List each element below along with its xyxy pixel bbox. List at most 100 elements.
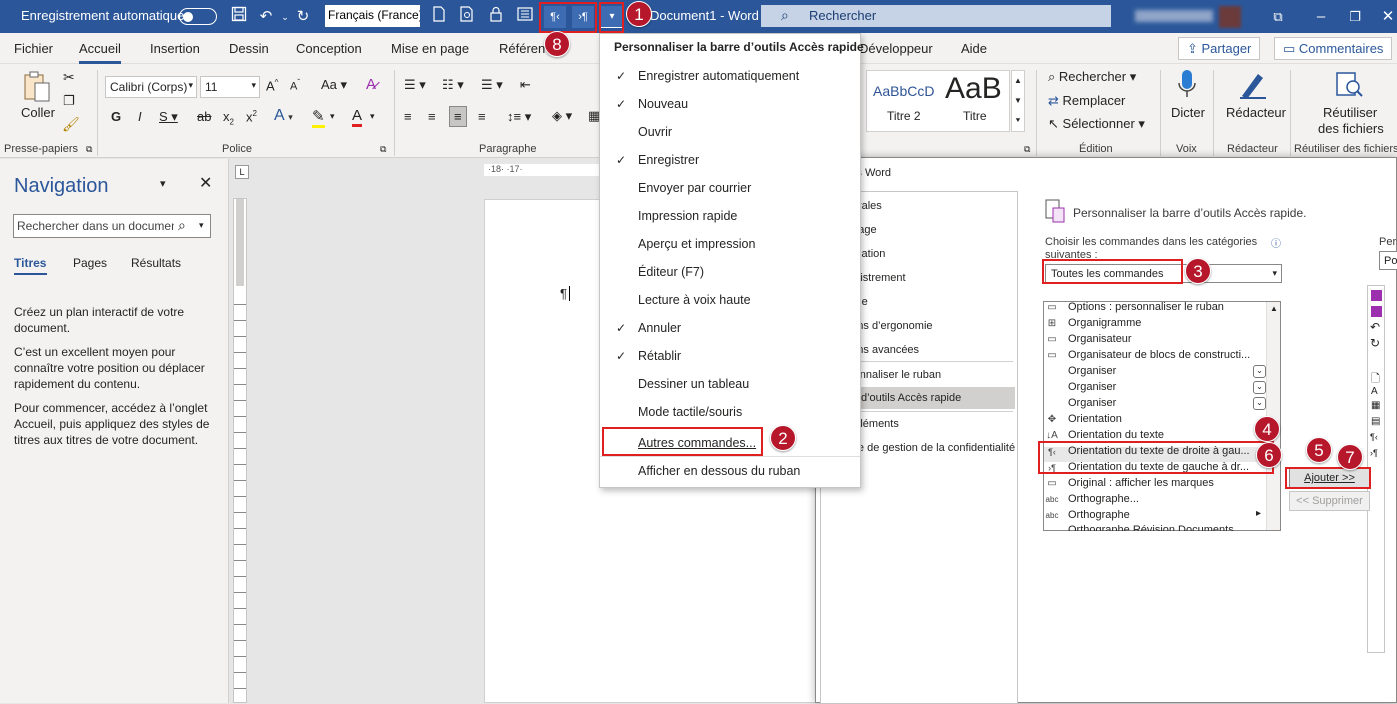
menu-item-editeur[interactable]: Éditeur (F7) <box>638 265 704 279</box>
new-document-icon[interactable] <box>428 6 450 28</box>
styles-gallery[interactable]: AaBbCcD Titre 2 AaB Titre <box>866 70 1010 132</box>
underline-icon[interactable]: S ▾ <box>159 109 178 125</box>
share-button[interactable]: ⇪ Partager <box>1178 37 1261 60</box>
editor-icon[interactable] <box>1238 70 1268 100</box>
menu-item-afficher-dessous[interactable]: Afficher en dessous du ruban <box>638 464 800 478</box>
command-item[interactable]: Organisateur <box>1068 333 1132 345</box>
chevron-down-icon[interactable]: ▾ <box>370 111 375 122</box>
tab-references[interactable]: Référen <box>499 41 545 56</box>
command-item[interactable]: Orientation <box>1068 413 1122 425</box>
command-item[interactable]: Orthographe Révision Documents... <box>1068 524 1243 531</box>
italic-icon[interactable]: I <box>138 109 142 124</box>
clipboard-launcher-icon[interactable]: ⧉ <box>86 144 92 155</box>
justify-icon[interactable]: ≡ <box>478 109 486 124</box>
font-launcher-icon[interactable]: ⧉ <box>380 144 386 155</box>
remove-button[interactable]: << Supprimer <box>1289 491 1370 511</box>
tab-developpeur[interactable]: Développeur <box>859 41 933 56</box>
pane-options-icon[interactable]: ▾ <box>160 177 166 190</box>
autosave-toggle[interactable] <box>179 8 217 25</box>
chevron-down-icon[interactable]: ▾ <box>199 220 204 231</box>
editor-label[interactable]: Rédacteur <box>1226 105 1286 120</box>
command-item[interactable]: Orientation du texte <box>1068 429 1164 441</box>
tab-accueil[interactable]: Accueil <box>79 41 121 64</box>
menu-item-mode-tactile[interactable]: Mode tactile/souris <box>638 405 742 419</box>
bullets-icon[interactable]: ☰ ▾ <box>404 77 426 93</box>
styles-launcher-icon[interactable]: ⧉ <box>1024 144 1030 155</box>
nav-tab-pages[interactable]: Pages <box>73 256 107 270</box>
shading-icon[interactable]: ◈ ▾ <box>552 108 572 124</box>
tab-conception[interactable]: Conception <box>296 41 362 56</box>
font-size-select[interactable]: 11 ▾ <box>200 76 260 98</box>
tab-aide[interactable]: Aide <box>961 41 987 56</box>
command-item[interactable]: Options : personnaliser le ruban <box>1068 301 1224 313</box>
shrink-font-icon[interactable]: Aˇ <box>290 78 300 93</box>
paste-label[interactable]: Coller <box>21 105 55 120</box>
decrease-indent-icon[interactable]: ⇤ <box>520 77 531 93</box>
restore-icon[interactable]: ❐ <box>1344 6 1366 28</box>
close-pane-icon[interactable]: ✕ <box>199 173 212 193</box>
menu-item-enregistrer[interactable]: Enregistrer <box>638 153 699 167</box>
tab-dessin[interactable]: Dessin <box>229 41 269 56</box>
menu-item-autosave[interactable]: Enregistrer automatiquement <box>638 69 799 83</box>
avatar[interactable] <box>1219 6 1241 28</box>
print-preview-icon[interactable] <box>456 6 478 28</box>
menu-item-ouvrir[interactable]: Ouvrir <box>638 125 672 139</box>
reuse-files-icon[interactable] <box>1334 70 1364 100</box>
navigation-search-input[interactable]: Rechercher dans un document ⌕ ▾ <box>13 214 211 238</box>
minimize-icon[interactable]: – <box>1310 6 1332 28</box>
command-item[interactable]: Orthographe <box>1068 509 1130 521</box>
vertical-ruler[interactable] <box>233 198 247 703</box>
comments-button[interactable]: ▭ Commentaires <box>1274 37 1393 60</box>
command-item[interactable]: Original : afficher les marques <box>1068 477 1214 489</box>
replace-button[interactable]: ⇄ Remplacer <box>1048 93 1125 109</box>
command-item[interactable]: Orthographe... <box>1068 493 1139 505</box>
menu-item-envoyer[interactable]: Envoyer par courrier <box>638 181 751 195</box>
ribbon-display-icon[interactable]: ⧉ <box>1267 6 1289 28</box>
grow-font-icon[interactable]: A^ <box>266 78 278 93</box>
search-box[interactable]: ⌕ Rechercher <box>761 5 1111 27</box>
font-name-select[interactable]: Calibri (Corps) ▾ <box>105 76 197 98</box>
reuse-label-1[interactable]: Réutiliser <box>1323 105 1377 120</box>
find-button[interactable]: ⌕ Rechercher ▾ <box>1048 69 1136 85</box>
multilevel-list-icon[interactable]: ☰ ▾ <box>481 77 503 93</box>
chevron-down-icon[interactable]: ▾ <box>330 111 335 122</box>
search-icon[interactable]: ⌕ <box>178 217 186 234</box>
language-select[interactable]: Français (France) <box>325 5 420 27</box>
redo-icon[interactable]: ↻ <box>292 6 314 28</box>
horizontal-ruler[interactable]: ·18· ·17· <box>484 164 599 176</box>
menu-item-impression-rapide[interactable]: Impression rapide <box>638 209 737 223</box>
cut-icon[interactable]: ✂ <box>63 69 75 86</box>
menu-item-lecture[interactable]: Lecture à voix haute <box>638 293 751 307</box>
paste-icon[interactable] <box>22 71 52 103</box>
close-icon[interactable]: ✕ <box>1377 6 1397 28</box>
command-item[interactable]: Organigramme <box>1068 317 1141 329</box>
styles-scroll[interactable]: ▲ ▼ ⯆ <box>1011 70 1025 132</box>
format-painter-icon[interactable]: 🖌 <box>62 116 80 133</box>
menu-item-retablir[interactable]: Rétablir <box>638 349 681 363</box>
save-icon[interactable] <box>228 6 250 28</box>
tab-selector[interactable]: L <box>235 165 249 179</box>
command-item[interactable]: Organiser <box>1068 365 1116 377</box>
menu-item-annuler[interactable]: Annuler <box>638 321 681 335</box>
align-right-icon[interactable]: ≡ <box>449 106 467 127</box>
strikethrough-icon[interactable]: ab <box>197 109 211 124</box>
tab-fichier[interactable]: Fichier <box>14 41 53 56</box>
copy-icon[interactable]: ❐ <box>63 93 75 109</box>
dictate-label[interactable]: Dicter <box>1171 105 1205 120</box>
menu-item-nouveau[interactable]: Nouveau <box>638 97 688 111</box>
read-mode-icon[interactable] <box>514 6 536 28</box>
command-item[interactable]: Organiser <box>1068 381 1116 393</box>
tab-mise-en-page[interactable]: Mise en page <box>391 41 469 56</box>
highlight-icon[interactable]: ✎ <box>312 107 325 128</box>
bold-icon[interactable]: G <box>111 109 121 124</box>
reuse-label-2[interactable]: des fichiers <box>1318 121 1384 136</box>
scroll-up-icon[interactable]: ▲ <box>1270 304 1278 313</box>
change-case-icon[interactable]: Aa ▾ <box>321 77 347 93</box>
font-color-icon[interactable]: A <box>352 107 363 127</box>
customize-for-select[interactable]: Po <box>1379 251 1397 270</box>
command-item[interactable]: Organisateur de blocs de constructi... <box>1068 349 1250 361</box>
menu-item-dessiner-tableau[interactable]: Dessiner un tableau <box>638 377 749 391</box>
text-effects-icon[interactable]: A ▾ <box>274 107 293 125</box>
line-spacing-icon[interactable]: ↕≡ ▾ <box>507 109 531 125</box>
subscript-icon[interactable]: x2 <box>223 109 234 127</box>
